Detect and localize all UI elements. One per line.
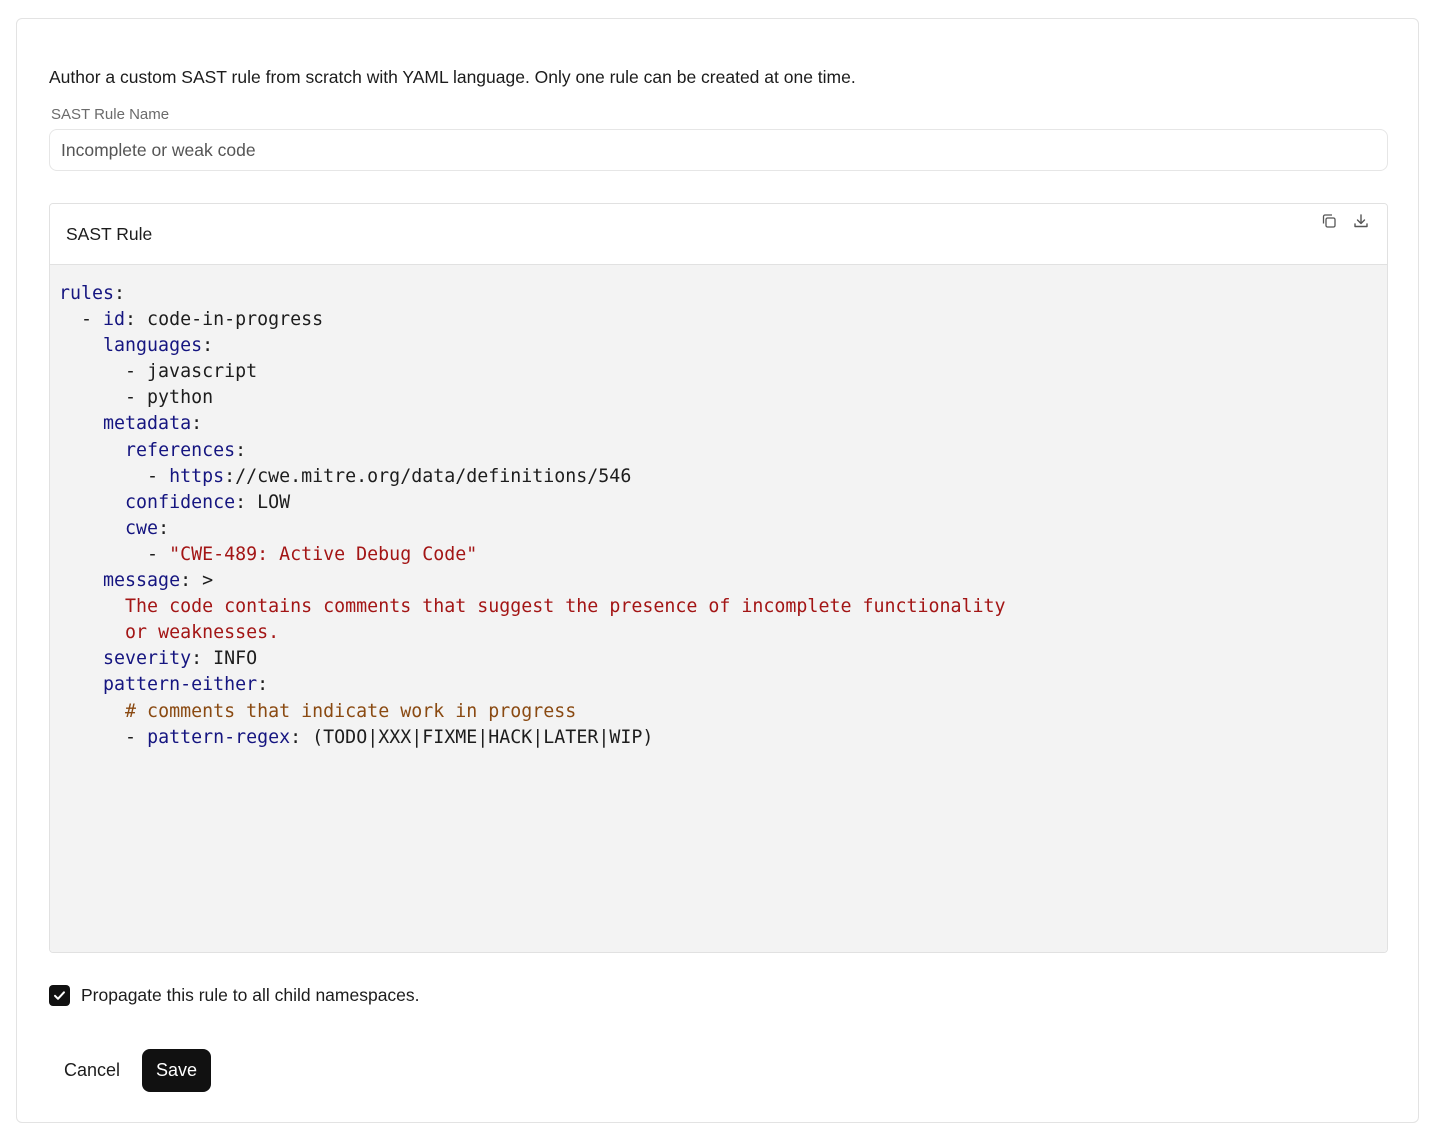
rule-name-input[interactable] (49, 129, 1388, 171)
editor-header: SAST Rule (50, 204, 1387, 265)
rule-name-label: SAST Rule Name (51, 106, 170, 123)
editor-title: SAST Rule (66, 224, 153, 244)
propagate-checkbox[interactable] (49, 984, 70, 1006)
cancel-button[interactable]: Cancel (49, 1049, 135, 1091)
download-icon[interactable] (1352, 212, 1370, 230)
propagate-label: Propagate this rule to all child namespa… (81, 984, 420, 1005)
code-area[interactable]: rules: - id: code-in-progress languages:… (50, 265, 1387, 952)
propagate-row: Propagate this rule to all child namespa… (49, 984, 420, 1006)
copy-icon[interactable] (1320, 212, 1338, 230)
checkmark-icon (54, 990, 65, 1000)
intro-text: Author a custom SAST rule from scratch w… (49, 67, 856, 87)
sast-rule-editor: SAST Rule rules: - id: code-in-progress … (49, 203, 1388, 953)
save-button[interactable]: Save (142, 1049, 211, 1092)
yaml-code[interactable]: rules: - id: code-in-progress languages:… (59, 281, 1006, 751)
